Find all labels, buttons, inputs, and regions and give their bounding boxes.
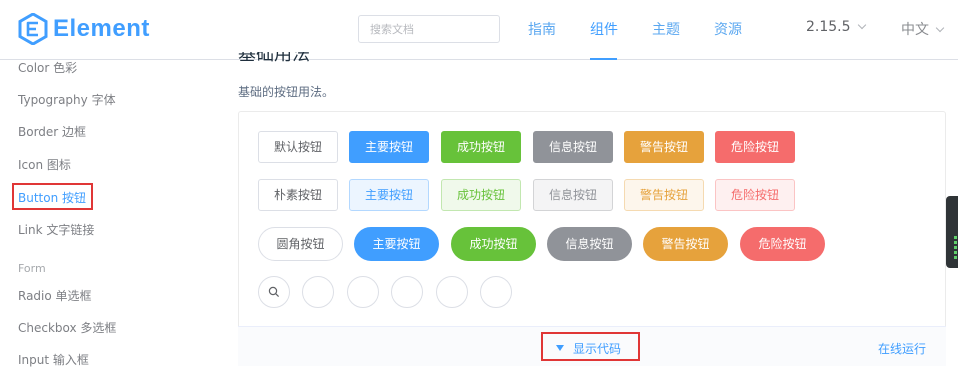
highlight-box-show-code	[541, 332, 640, 361]
chevron-down-icon	[857, 20, 866, 30]
plain-success-button[interactable]: 成功按钮	[441, 179, 521, 211]
success-button[interactable]: 成功按钮	[441, 131, 521, 163]
circle-search-button[interactable]	[258, 276, 290, 308]
widget-indicator	[954, 236, 957, 239]
plain-button[interactable]: 朴素按钮	[258, 179, 338, 211]
round-warning-button[interactable]: 警告按钮	[643, 227, 728, 261]
nav-guide[interactable]: 指南	[528, 19, 556, 39]
plain-info-button[interactable]: 信息按钮	[533, 179, 613, 211]
widget-indicator	[954, 241, 957, 244]
sidebar-item-color[interactable]: Color 色彩	[18, 59, 77, 76]
logo-text: Element	[53, 15, 150, 42]
star-icon	[446, 286, 458, 298]
sidebar-group-form: Form	[18, 262, 46, 275]
search-icon	[268, 286, 280, 298]
nav-resource[interactable]: 资源	[714, 19, 742, 39]
circle-message-button[interactable]	[391, 276, 423, 308]
sidebar-item-radio[interactable]: Radio 单选框	[18, 287, 92, 304]
active-nav-indicator	[590, 58, 617, 60]
circle-star-button[interactable]	[436, 276, 468, 308]
check-icon	[359, 289, 367, 296]
danger-button[interactable]: 危险按钮	[715, 131, 795, 163]
sidebar-item-border[interactable]: Border 边框	[18, 123, 86, 140]
primary-button[interactable]: 主要按钮	[349, 131, 429, 163]
widget-indicator	[954, 256, 957, 259]
round-success-button[interactable]: 成功按钮	[451, 227, 536, 261]
sidebar-item-link[interactable]: Link 文字链接	[18, 221, 94, 238]
warning-button[interactable]: 警告按钮	[624, 131, 704, 163]
element-logo[interactable]: Element	[18, 13, 150, 45]
round-button[interactable]: 圆角按钮	[258, 227, 343, 261]
nav-theme[interactable]: 主题	[652, 19, 680, 39]
section-title: 基础用法	[238, 52, 310, 62]
section-title-wrapper: 基础用法	[238, 52, 358, 62]
language-label: 中文	[901, 22, 929, 38]
default-button[interactable]: 默认按钮	[258, 131, 338, 163]
edit-icon	[314, 287, 323, 297]
circle-edit-button[interactable]	[302, 276, 334, 308]
widget-indicator	[954, 251, 957, 254]
section-description: 基础的按钮用法。	[238, 85, 335, 99]
nav-component[interactable]: 组件	[590, 19, 618, 39]
version-select[interactable]: 2.15.5	[806, 19, 866, 35]
sidebar-item-input[interactable]: Input 输入框	[18, 351, 89, 368]
round-primary-button[interactable]: 主要按钮	[354, 227, 439, 261]
language-select[interactable]: 中文	[901, 19, 945, 39]
version-label: 2.15.5	[806, 19, 851, 35]
sidebar-item-typography[interactable]: Typography 字体	[18, 91, 116, 108]
sidebar-item-icon[interactable]: Icon 图标	[18, 156, 71, 173]
widget-indicator	[954, 246, 957, 249]
sidebar-item-checkbox[interactable]: Checkbox 多选框	[18, 319, 116, 336]
info-button[interactable]: 信息按钮	[533, 131, 613, 163]
element-logo-icon	[18, 13, 48, 45]
highlight-box-sidebar	[12, 183, 93, 210]
floating-side-widget[interactable]	[946, 196, 958, 268]
online-run-button[interactable]: 在线运行	[878, 340, 926, 357]
plain-warning-button[interactable]: 警告按钮	[624, 179, 704, 211]
round-info-button[interactable]: 信息按钮	[547, 227, 632, 261]
circle-check-button[interactable]	[347, 276, 379, 308]
round-danger-button[interactable]: 危险按钮	[740, 227, 825, 261]
search-input[interactable]	[358, 15, 500, 43]
top-header: Element 指南 组件 主题 资源 2.15.5 中文	[0, 0, 958, 60]
plain-primary-button[interactable]: 主要按钮	[349, 179, 429, 211]
chevron-down-icon	[935, 23, 945, 33]
message-icon	[402, 288, 412, 296]
circle-delete-button[interactable]	[480, 276, 512, 308]
plain-danger-button[interactable]: 危险按钮	[715, 179, 795, 211]
delete-icon	[492, 287, 500, 297]
